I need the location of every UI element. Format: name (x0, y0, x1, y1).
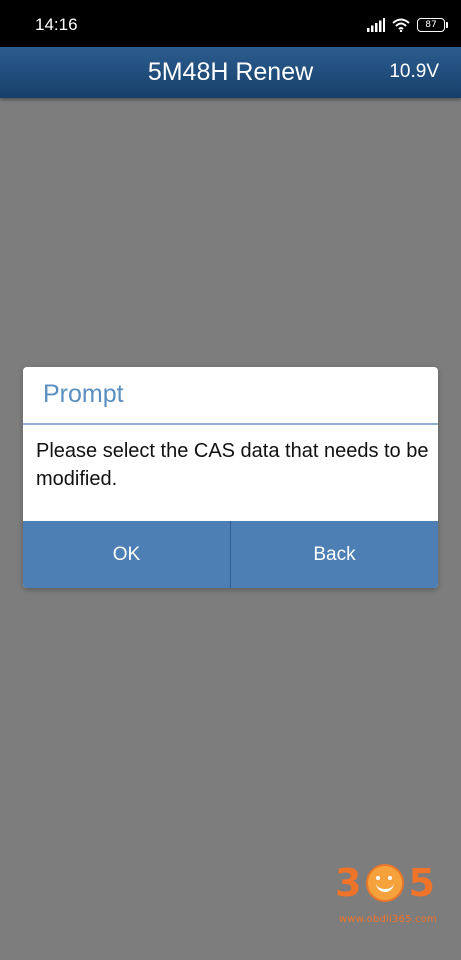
prompt-dialog: Prompt Please select the CAS data that n… (23, 367, 438, 588)
watermark-logo: 3 5 www.obdii365.com (335, 846, 440, 932)
dialog-button-bar: OK Back (23, 521, 438, 588)
battery-level: 87 (425, 19, 437, 30)
dialog-divider (23, 423, 438, 425)
smiley-face-icon (366, 864, 404, 902)
watermark-url: www.obdii365.com (339, 914, 437, 925)
signal-icon (367, 18, 385, 32)
status-icons: 87 (367, 16, 448, 34)
status-time: 14:16 (35, 15, 78, 34)
app-header: 5M48H Renew 10.9V (0, 47, 461, 98)
battery-icon: 87 (417, 18, 448, 32)
dialog-title: Prompt (43, 380, 124, 408)
voltage-readout: 10.9V (389, 61, 439, 82)
dialog-message: Please select the CAS data that needs to… (36, 440, 429, 490)
back-button[interactable]: Back (231, 521, 438, 588)
status-bar: 14:16 87 (0, 0, 461, 47)
wifi-icon (392, 18, 410, 32)
logo-365-icon: 3 5 (335, 858, 435, 908)
ok-button[interactable]: OK (23, 521, 230, 588)
logo-digit-5: 5 (408, 861, 435, 905)
logo-digit-3: 3 (335, 861, 362, 905)
